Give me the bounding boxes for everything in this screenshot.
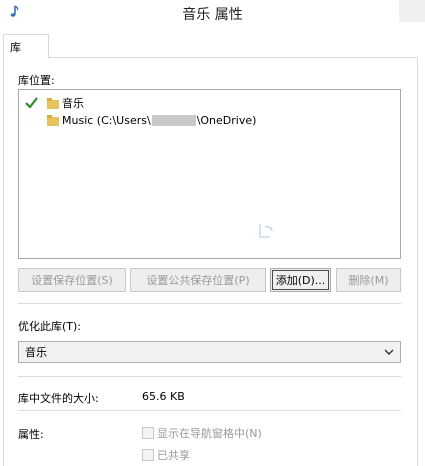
list-item[interactable]: 音乐 [25,95,84,111]
default-save-location-icon [25,97,38,109]
library-locations-list[interactable]: 音乐 Music (C:\Users\ \OneDrive) [18,89,401,259]
busy-cursor-icon [259,224,273,238]
list-item-label: 音乐 [62,97,84,110]
library-locations-label: 库位置: [18,74,55,87]
list-item-path-prefix: Music (C:\Users\ [62,114,151,127]
checkbox-label: 已共享 [157,449,190,462]
attributes-label: 属性: [18,428,44,441]
list-item-path-suffix: \OneDrive) [196,114,257,127]
divider [18,376,401,377]
size-value: 65.6 KB [142,390,185,403]
divider [18,410,401,411]
show-in-nav-checkbox[interactable]: 显示在导航窗格中(N) [142,425,262,441]
redacted-username [151,115,196,126]
checkbox-label: 显示在导航窗格中(N) [157,427,262,440]
folder-icon [47,115,59,126]
list-item[interactable]: Music (C:\Users\ \OneDrive) [47,114,256,127]
shared-checkbox[interactable]: 已共享 [142,447,190,463]
checkbox-box[interactable] [142,427,154,439]
add-button[interactable]: 添加(D)... [270,268,331,292]
tab-library[interactable]: 库 [3,34,49,58]
set-save-location-button[interactable]: 设置保存位置(S) [18,268,126,292]
folder-icon [47,97,59,109]
divider [18,303,401,304]
checkbox-box[interactable] [142,449,154,461]
title-bar: 音乐 属性 [0,0,425,28]
optimize-label: 优化此库(T): [18,320,82,333]
optimize-select-value: 音乐 [25,346,47,359]
set-public-save-location-button[interactable]: 设置公共保存位置(P) [130,268,266,292]
remove-button[interactable]: 删除(M) [336,268,401,292]
window-title: 音乐 属性 [182,7,243,23]
size-label: 库中文件的大小: [18,392,99,405]
optimize-select[interactable]: 音乐 [18,341,401,363]
chevron-down-icon [384,349,394,355]
close-button[interactable] [399,0,425,22]
